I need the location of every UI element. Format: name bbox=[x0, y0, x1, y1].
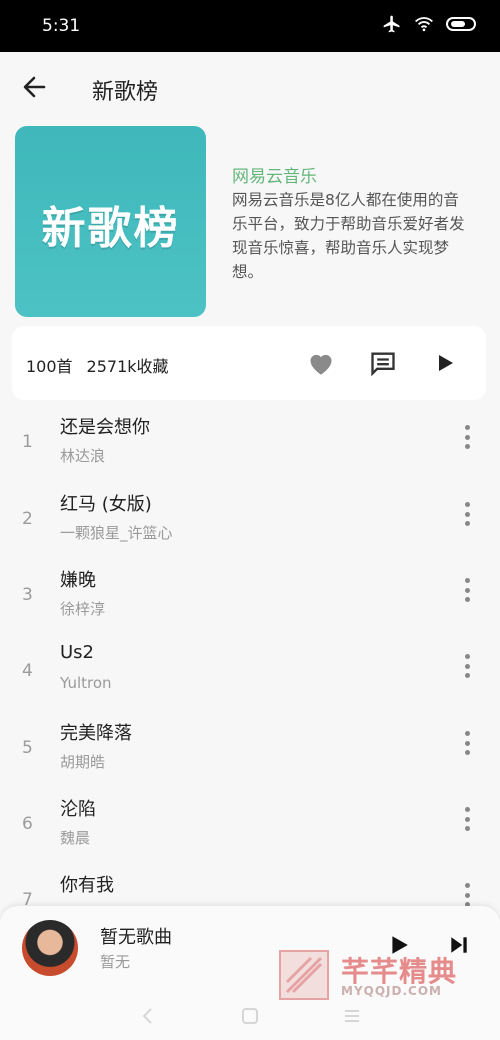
song-row[interactable]: 3 嫌晚 徐梓淳 bbox=[0, 563, 500, 639]
watermark-logo bbox=[279, 950, 329, 1000]
battery-icon bbox=[446, 17, 476, 31]
comment-icon bbox=[371, 352, 395, 376]
song-title: 还是会想你 bbox=[60, 417, 150, 438]
now-playing-title: 暂无歌曲 bbox=[100, 927, 172, 948]
stats-text: 100首 2571k收藏 bbox=[26, 353, 183, 377]
playlist-creator[interactable]: 网易云音乐 bbox=[232, 162, 317, 187]
song-number: 1 bbox=[22, 432, 33, 452]
song-row[interactable]: 6 沦陷 魏晨 bbox=[0, 792, 500, 868]
song-title: 红马 (女版) bbox=[60, 494, 152, 515]
favorite-button[interactable] bbox=[304, 346, 338, 380]
more-vertical-icon[interactable] bbox=[458, 425, 476, 449]
more-vertical-icon[interactable] bbox=[458, 883, 476, 907]
playlist-description: 网易云音乐是8亿人都在使用的音乐平台，致力于帮助音乐爱好者发现音乐惊喜，帮助音乐… bbox=[232, 191, 465, 281]
song-number: 6 bbox=[22, 814, 33, 834]
song-artist: Yultron bbox=[60, 674, 112, 692]
wifi-icon bbox=[415, 17, 433, 32]
nav-menu-icon[interactable] bbox=[342, 1006, 362, 1026]
song-title: 完美降落 bbox=[60, 723, 132, 744]
song-artist: 魏晨 bbox=[60, 829, 91, 847]
favorite-count: 2571k收藏 bbox=[86, 357, 169, 376]
system-nav-bar bbox=[0, 996, 500, 1040]
comment-button[interactable] bbox=[366, 346, 400, 380]
airplane-icon bbox=[383, 15, 400, 33]
nav-home-icon[interactable] bbox=[240, 1006, 260, 1026]
play-icon bbox=[439, 355, 453, 371]
song-number: 4 bbox=[22, 661, 33, 681]
song-title: 嫌晚 bbox=[60, 570, 96, 591]
song-count: 100首 bbox=[26, 357, 73, 376]
song-artist: 胡期皓 bbox=[60, 753, 106, 771]
song-number: 2 bbox=[22, 509, 33, 529]
nav-back-icon[interactable] bbox=[138, 1006, 158, 1026]
more-vertical-icon[interactable] bbox=[458, 654, 476, 678]
cover-title: 新歌榜 bbox=[41, 203, 180, 254]
more-vertical-icon[interactable] bbox=[458, 731, 476, 755]
song-artist: 徐梓淳 bbox=[60, 600, 106, 618]
heart-icon bbox=[310, 354, 332, 375]
page-title: 新歌榜 bbox=[92, 80, 159, 105]
status-bar: 5:31 bbox=[0, 0, 500, 52]
song-artist: 一颗狼星_许篮心 bbox=[60, 524, 173, 542]
stats-bar: 100首 2571k收藏 bbox=[12, 326, 486, 400]
more-vertical-icon[interactable] bbox=[458, 807, 476, 831]
status-time: 5:31 bbox=[42, 16, 81, 36]
song-number: 5 bbox=[22, 738, 33, 758]
back-arrow-icon bbox=[23, 76, 46, 98]
more-vertical-icon[interactable] bbox=[458, 502, 476, 526]
now-playing-artist: 暂无 bbox=[100, 953, 131, 971]
play-all-button[interactable] bbox=[428, 346, 462, 380]
watermark: 芊芊精典 MYQQJD.COM bbox=[279, 950, 469, 1000]
song-row[interactable]: 1 还是会想你 林达浪 bbox=[0, 410, 500, 486]
song-number: 3 bbox=[22, 585, 33, 605]
song-title: 你有我 bbox=[60, 875, 114, 896]
song-title: Us2 bbox=[60, 642, 95, 663]
album-art[interactable] bbox=[22, 920, 78, 976]
song-row[interactable]: 2 红马 (女版) 一颗狼星_许篮心 bbox=[0, 487, 500, 563]
header: 新歌榜 bbox=[0, 52, 500, 124]
song-row[interactable]: 4 Us2 Yultron bbox=[0, 639, 500, 715]
playlist-cover: 新歌榜 bbox=[15, 126, 206, 317]
song-row[interactable]: 5 完美降落 胡期皓 bbox=[0, 716, 500, 792]
song-title: 沦陷 bbox=[60, 799, 96, 820]
status-icons bbox=[382, 14, 476, 34]
back-button[interactable] bbox=[18, 72, 54, 104]
more-vertical-icon[interactable] bbox=[458, 578, 476, 602]
song-artist: 林达浪 bbox=[60, 447, 106, 465]
